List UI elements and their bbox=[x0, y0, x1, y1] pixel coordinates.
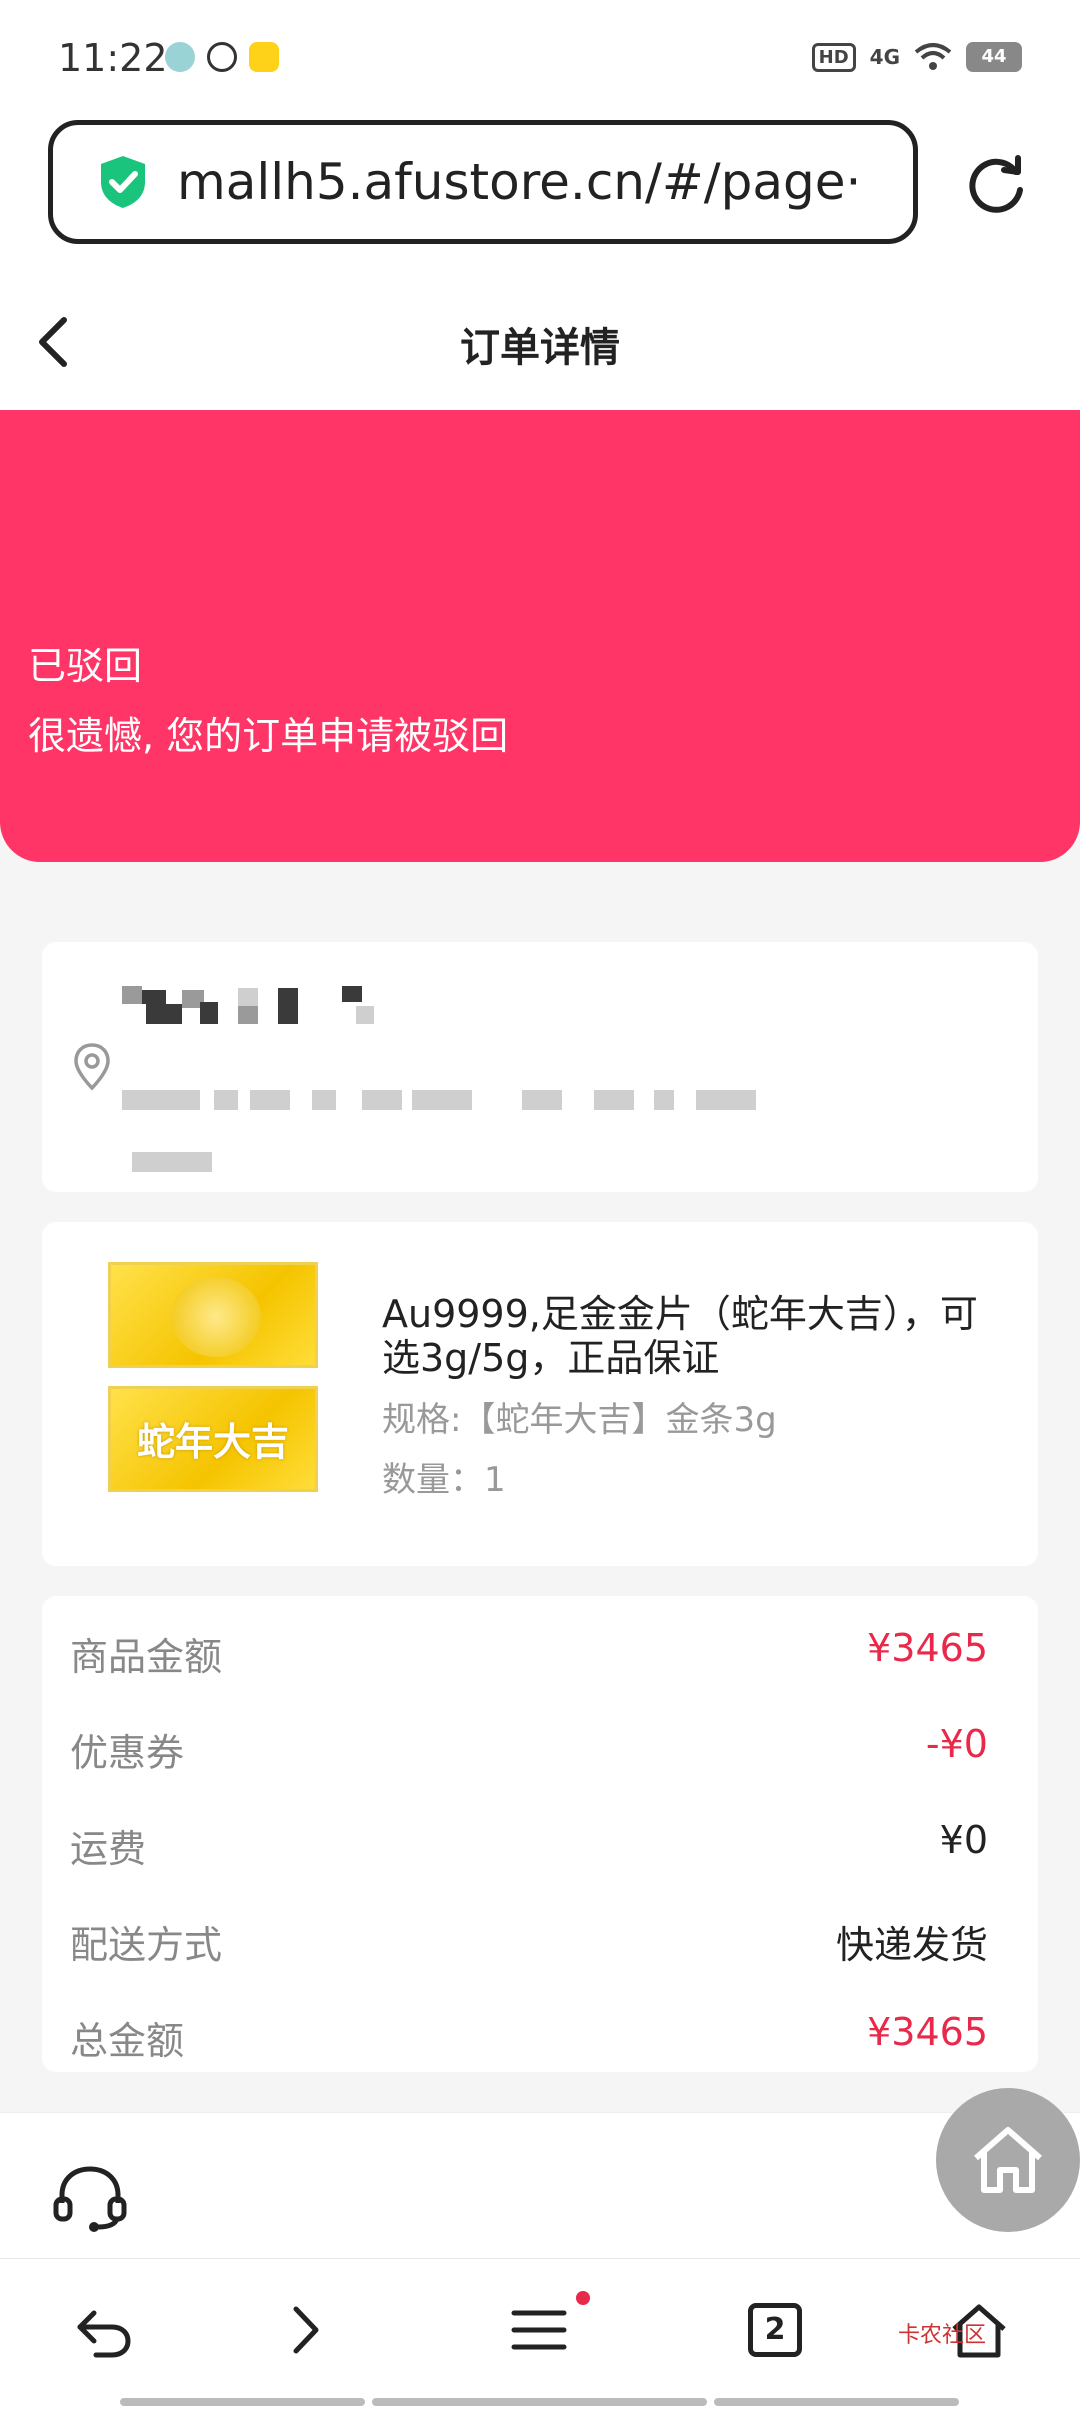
secure-shield-icon bbox=[101, 156, 145, 208]
page-title: 订单详情 bbox=[460, 325, 620, 371]
summary-value: ¥0 bbox=[939, 1818, 988, 1862]
tabs-button[interactable]: 2 bbox=[748, 2303, 818, 2373]
order-status-message: 很遗憾, 您的订单申请被驳回 bbox=[28, 714, 509, 758]
summary-row-total: 总金额 ¥3465 bbox=[70, 2010, 988, 2063]
browser-address-bar: mallh5.afustore.cn/#/page··· bbox=[0, 120, 1080, 270]
clock: 11:22 bbox=[58, 36, 168, 80]
gold-bar-image: 蛇年大吉 bbox=[108, 1386, 318, 1492]
app-notification-icon bbox=[207, 42, 237, 72]
home-icon bbox=[974, 2127, 1042, 2193]
customer-service-icon[interactable] bbox=[50, 2163, 130, 2233]
app-notification-icon bbox=[249, 42, 279, 72]
summary-label: 优惠券 bbox=[70, 1731, 185, 1775]
summary-value: ¥3465 bbox=[867, 2010, 988, 2054]
product-image: 蛇年大吉 bbox=[108, 1262, 318, 1494]
page-header: 订单详情 bbox=[0, 270, 1080, 410]
system-indicators: HD 4G 44 bbox=[811, 42, 1022, 72]
order-summary-card: 商品金额 ¥3465 优惠券 -¥0 运费 ¥0 配送方式 快递发货 总金额 ¥… bbox=[42, 1596, 1038, 2072]
summary-row-subtotal: 商品金额 ¥3465 bbox=[70, 1626, 988, 1679]
watermark: 卡农社区 bbox=[898, 2323, 987, 2348]
address-card[interactable] bbox=[42, 942, 1038, 1192]
status-bar: 11:22 HD 4G 44 bbox=[0, 0, 1080, 120]
product-card[interactable]: 蛇年大吉 Au9999,足金金片（蛇年大吉），可选3g/5g，正品保证 规格:【… bbox=[42, 1222, 1038, 1566]
hd-icon: HD bbox=[811, 42, 856, 72]
summary-value: ¥3465 bbox=[867, 1626, 988, 1670]
summary-value: -¥0 bbox=[925, 1722, 988, 1766]
browser-toolbar: 2 卡农社区 bbox=[0, 2258, 1080, 2409]
home-button[interactable] bbox=[936, 2088, 1080, 2232]
notification-icons bbox=[165, 42, 279, 72]
order-status-banner: 已驳回 很遗憾, 您的订单申请被驳回 bbox=[0, 410, 1080, 862]
summary-row-delivery: 配送方式 快递发货 bbox=[70, 1914, 988, 1967]
battery-icon: 44 bbox=[966, 42, 1022, 72]
notification-dot bbox=[576, 2291, 590, 2305]
product-name: Au9999,足金金片（蛇年大吉），可选3g/5g，正品保证 bbox=[382, 1292, 978, 1380]
summary-label: 运费 bbox=[70, 1827, 147, 1871]
gold-bar-inscription: 蛇年大吉 bbox=[136, 1420, 289, 1464]
forward-icon[interactable] bbox=[270, 2295, 340, 2365]
menu-icon[interactable] bbox=[504, 2295, 574, 2365]
gesture-bar bbox=[372, 2398, 707, 2406]
summary-label: 配送方式 bbox=[70, 1923, 223, 1967]
url-field[interactable]: mallh5.afustore.cn/#/page··· bbox=[48, 120, 918, 244]
gold-bar-image bbox=[108, 1262, 318, 1368]
reload-icon[interactable] bbox=[962, 150, 1030, 218]
summary-value: 快递发货 bbox=[835, 1923, 988, 1967]
product-quantity: 数量：1 bbox=[382, 1460, 506, 1500]
wifi-icon bbox=[914, 43, 952, 70]
back-icon[interactable] bbox=[66, 2295, 136, 2365]
signal-icon: 4G bbox=[869, 45, 900, 69]
gesture-bar bbox=[714, 2398, 959, 2406]
summary-label: 商品金额 bbox=[70, 1635, 223, 1679]
location-pin-icon bbox=[74, 1043, 110, 1091]
product-spec: 规格:【蛇年大吉】金条3g bbox=[382, 1400, 777, 1440]
summary-row-coupon: 优惠券 -¥0 bbox=[70, 1722, 988, 1775]
app-notification-icon bbox=[165, 42, 195, 72]
url-text: mallh5.afustore.cn/#/page··· bbox=[177, 153, 857, 211]
page-bottom-bar bbox=[0, 2112, 1080, 2259]
tab-count: 2 bbox=[748, 2303, 802, 2357]
order-status: 已驳回 bbox=[28, 644, 143, 688]
summary-row-shipping: 运费 ¥0 bbox=[70, 1818, 988, 1871]
gesture-bar bbox=[120, 2398, 365, 2406]
summary-label: 总金额 bbox=[70, 2019, 185, 2063]
